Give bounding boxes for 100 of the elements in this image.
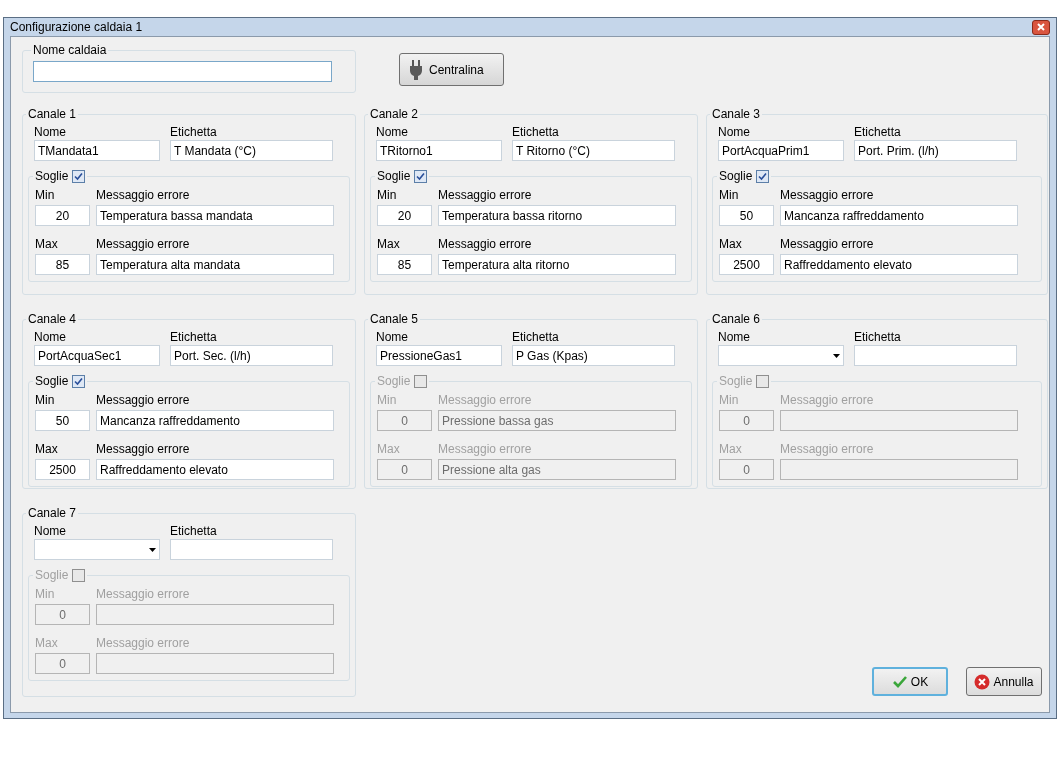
thresholds-checkbox[interactable] bbox=[756, 374, 770, 388]
field-label: Messaggio errore bbox=[96, 586, 191, 603]
field-label: Max bbox=[35, 441, 59, 458]
field-label: Messaggio errore bbox=[438, 236, 533, 253]
field-label: Max bbox=[35, 635, 59, 652]
tag-field[interactable] bbox=[854, 345, 1017, 366]
field-label: Etichetta bbox=[170, 329, 218, 345]
field-label: Messaggio errore bbox=[96, 236, 191, 253]
tag-field[interactable]: T Ritorno (°C) bbox=[512, 140, 675, 161]
field-label: Nome bbox=[718, 124, 751, 140]
field-label: Messaggio errore bbox=[96, 635, 191, 652]
field-label: Etichetta bbox=[512, 329, 560, 345]
field-label: Min bbox=[719, 392, 740, 409]
thresholds-checkbox[interactable] bbox=[414, 374, 428, 388]
field-label: Min bbox=[377, 187, 398, 204]
field-label: Nome bbox=[34, 124, 67, 140]
boiler-name-field[interactable] bbox=[33, 61, 332, 82]
error-message-field[interactable]: Temperatura alta ritorno bbox=[438, 254, 676, 275]
error-message-field[interactable]: Temperatura bassa ritorno bbox=[438, 205, 676, 226]
group-label: Canale 1 bbox=[27, 106, 78, 123]
error-message-field[interactable]: Mancanza raffreddamento bbox=[780, 205, 1018, 226]
field-label: Messaggio errore bbox=[96, 392, 191, 409]
thresholds-checkbox[interactable] bbox=[72, 568, 86, 582]
name-dropdown[interactable] bbox=[718, 345, 844, 366]
tag-field[interactable]: Port. Sec. (l/h) bbox=[170, 345, 333, 366]
error-message-field[interactable]: Temperatura alta mandata bbox=[96, 254, 334, 275]
field-label: Messaggio errore bbox=[780, 441, 875, 458]
field-label: Messaggio errore bbox=[438, 441, 533, 458]
thresholds-label: Soglie bbox=[719, 373, 753, 390]
ok-button[interactable]: OK bbox=[872, 667, 948, 696]
close-icon bbox=[1037, 23, 1045, 31]
name-field[interactable]: PortAcquaPrim1 bbox=[718, 140, 844, 161]
field-label: Etichetta bbox=[170, 124, 218, 140]
thresholds-label: Soglie bbox=[377, 373, 411, 390]
centralina-button[interactable]: Centralina bbox=[399, 53, 504, 86]
field-label: Min bbox=[377, 392, 398, 409]
thresholds-label: Soglie bbox=[35, 168, 69, 185]
field-label: Messaggio errore bbox=[96, 187, 191, 204]
name-dropdown[interactable] bbox=[34, 539, 160, 560]
plug-icon bbox=[409, 59, 423, 80]
dropdown-arrow-icon bbox=[149, 547, 156, 552]
field-label: Max bbox=[377, 441, 401, 458]
field-label: Etichetta bbox=[170, 523, 218, 539]
tag-field[interactable]: Port. Prim. (l/h) bbox=[854, 140, 1017, 161]
field-label: Nome bbox=[376, 329, 409, 345]
group-label: Canale 4 bbox=[27, 311, 78, 328]
thresholds-checkbox[interactable] bbox=[756, 169, 770, 183]
tag-field[interactable]: P Gas (Kpas) bbox=[512, 345, 675, 366]
max-field[interactable]: 85 bbox=[377, 254, 432, 275]
field-label: Nome bbox=[376, 124, 409, 140]
field-label: Messaggio errore bbox=[780, 187, 875, 204]
field-label: Etichetta bbox=[854, 124, 902, 140]
field-label: Min bbox=[719, 187, 740, 204]
name-field[interactable]: PortAcquaSec1 bbox=[34, 345, 160, 366]
field-label: Min bbox=[35, 586, 56, 603]
field-label: Etichetta bbox=[854, 329, 902, 345]
close-button[interactable] bbox=[1032, 19, 1050, 35]
dropdown-arrow-icon bbox=[833, 353, 840, 358]
max-field[interactable]: 2500 bbox=[719, 254, 774, 275]
window-title: Configurazione caldaia 1 bbox=[10, 19, 143, 36]
name-field[interactable]: TMandata1 bbox=[34, 140, 160, 161]
field-label: Messaggio errore bbox=[438, 187, 533, 204]
min-field[interactable]: 20 bbox=[377, 205, 432, 226]
field-label: Min bbox=[35, 187, 56, 204]
thresholds-label: Soglie bbox=[35, 567, 69, 584]
field-label: Messaggio errore bbox=[96, 441, 191, 458]
min-field[interactable]: 20 bbox=[35, 205, 90, 226]
thresholds-checkbox[interactable] bbox=[72, 374, 86, 388]
group-label: Canale 5 bbox=[369, 311, 420, 328]
thresholds-label: Soglie bbox=[719, 168, 753, 185]
error-message-field[interactable]: Raffreddamento elevato bbox=[780, 254, 1018, 275]
max-field[interactable]: 2500 bbox=[35, 459, 90, 480]
tag-field[interactable]: T Mandata (°C) bbox=[170, 140, 333, 161]
thresholds-checkbox[interactable] bbox=[72, 169, 86, 183]
max-field[interactable]: 85 bbox=[35, 254, 90, 275]
field-label: Messaggio errore bbox=[438, 392, 533, 409]
min-field[interactable]: 50 bbox=[35, 410, 90, 431]
group-label: Canale 6 bbox=[711, 311, 762, 328]
field-label: Max bbox=[719, 441, 743, 458]
field-label: Nome bbox=[34, 523, 67, 539]
field-label: Messaggio errore bbox=[780, 392, 875, 409]
cancel-icon bbox=[974, 673, 991, 690]
group-label: Canale 3 bbox=[711, 106, 762, 123]
field-label: Nome bbox=[718, 329, 751, 345]
error-message-field[interactable]: Temperatura bassa mandata bbox=[96, 205, 334, 226]
tag-field[interactable] bbox=[170, 539, 333, 560]
field-label: Max bbox=[377, 236, 401, 253]
field-label: Max bbox=[35, 236, 59, 253]
error-message-field[interactable]: Mancanza raffreddamento bbox=[96, 410, 334, 431]
field-label: Max bbox=[719, 236, 743, 253]
field-label: Nome bbox=[34, 329, 67, 345]
min-field[interactable]: 50 bbox=[719, 205, 774, 226]
field-label: Etichetta bbox=[512, 124, 560, 140]
name-field[interactable]: PressioneGas1 bbox=[376, 345, 502, 366]
cancel-button[interactable]: Annulla bbox=[966, 667, 1042, 696]
thresholds-checkbox[interactable] bbox=[414, 169, 428, 183]
error-message-field[interactable]: Raffreddamento elevato bbox=[96, 459, 334, 480]
group-label: Canale 2 bbox=[369, 106, 420, 123]
field-label: Min bbox=[35, 392, 56, 409]
name-field[interactable]: TRitorno1 bbox=[376, 140, 502, 161]
